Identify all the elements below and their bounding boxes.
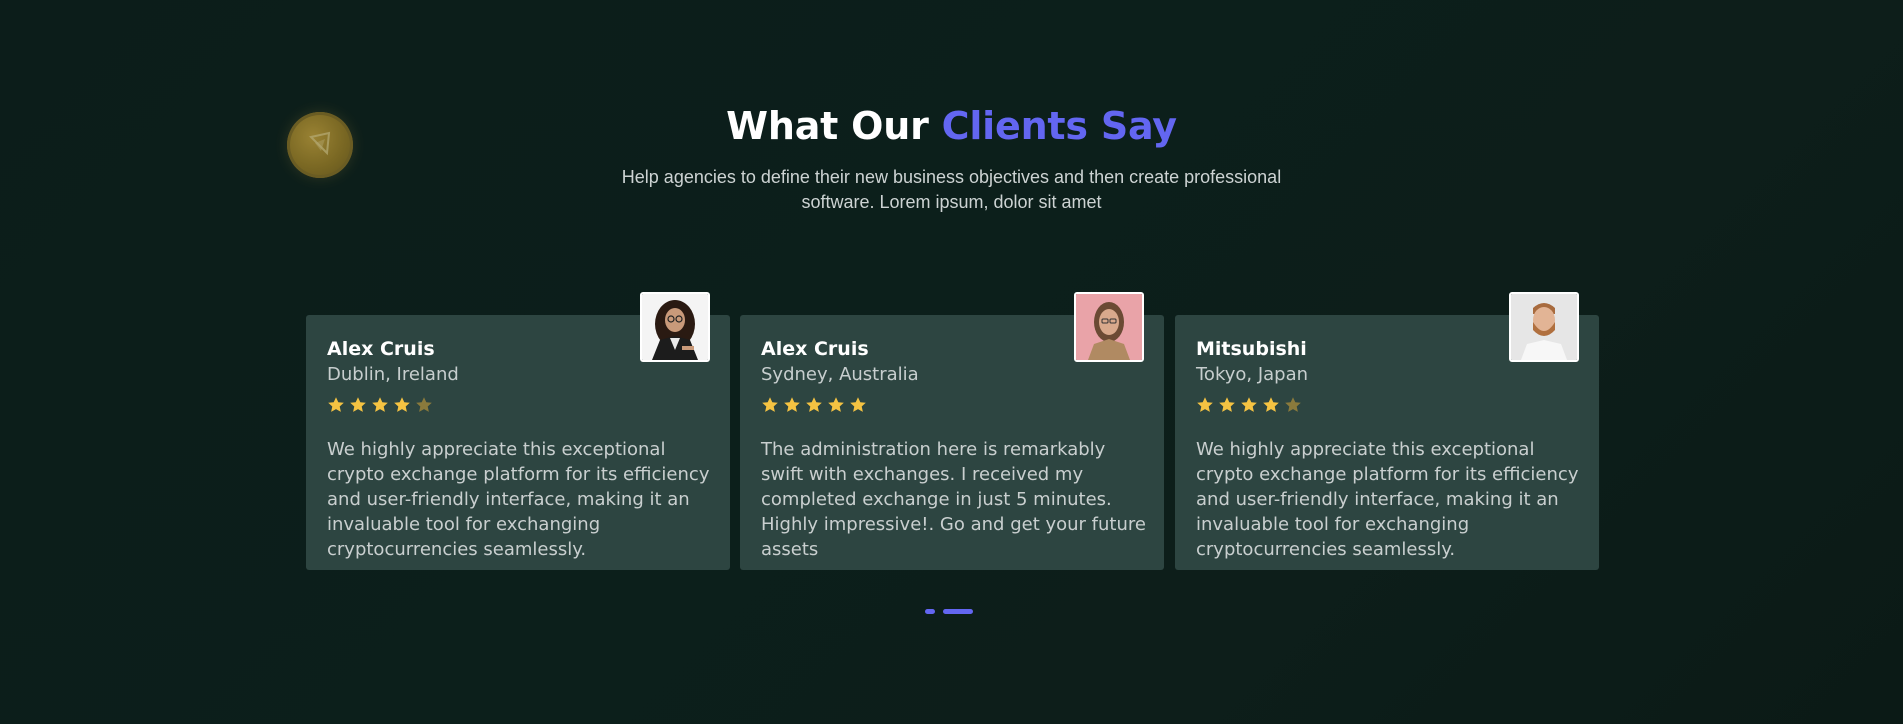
pagination-dot-2-active[interactable]	[943, 609, 973, 614]
star-filled-icon	[828, 397, 844, 412]
star-filled-icon	[372, 397, 388, 412]
testimonial-card: Alex Cruis Sydney, Australia The adminis…	[740, 292, 1164, 570]
testimonial-cards: Alex Cruis Dublin, Ireland We highly app…	[306, 292, 1599, 570]
client-location: Dublin, Ireland	[327, 364, 459, 385]
woman-on-pink-avatar-icon	[1076, 294, 1142, 360]
star-empty-icon	[416, 397, 432, 412]
star-filled-icon	[1197, 397, 1213, 412]
testimonial-quote: The administration here is remarkably sw…	[761, 439, 1146, 560]
testimonial-card: Alex Cruis Dublin, Ireland We highly app…	[306, 292, 730, 570]
star-filled-icon	[328, 397, 344, 412]
pagination-dot-1[interactable]	[925, 609, 935, 614]
star-filled-icon	[1241, 397, 1257, 412]
testimonial-quote: We highly appreciate this exceptional cr…	[327, 439, 710, 560]
star-filled-icon	[394, 397, 410, 412]
client-location: Sydney, Australia	[761, 364, 919, 385]
star-rating	[761, 396, 1143, 416]
section-subtitle: Help agencies to define their new busine…	[621, 167, 1282, 212]
avatar	[640, 292, 710, 362]
section-title: What Our Clients Say	[0, 103, 1903, 149]
star-filled-icon	[1263, 397, 1279, 412]
bearded-man-avatar-icon	[1511, 294, 1577, 360]
title-text: What Our	[726, 104, 942, 148]
star-filled-icon	[850, 397, 866, 412]
avatar	[1074, 292, 1144, 362]
star-filled-icon	[762, 397, 778, 412]
star-filled-icon	[1219, 397, 1235, 412]
testimonial-card: Mitsubishi Tokyo, Japan We highly apprec…	[1175, 292, 1599, 570]
title-accent-text: Clients Say	[941, 104, 1177, 148]
carousel-pagination	[925, 609, 973, 614]
avatar	[1509, 292, 1579, 362]
star-filled-icon	[806, 397, 822, 412]
star-rating	[1196, 396, 1578, 416]
star-filled-icon	[784, 397, 800, 412]
testimonial-quote: We highly appreciate this exceptional cr…	[1196, 439, 1579, 560]
star-filled-icon	[350, 397, 366, 412]
star-empty-icon	[1285, 397, 1301, 412]
client-location: Tokyo, Japan	[1196, 364, 1309, 385]
testimonials-header: What Our Clients Say Help agencies to de…	[0, 103, 1903, 215]
star-rating	[327, 396, 709, 416]
woman-with-glasses-avatar-icon	[642, 294, 708, 360]
